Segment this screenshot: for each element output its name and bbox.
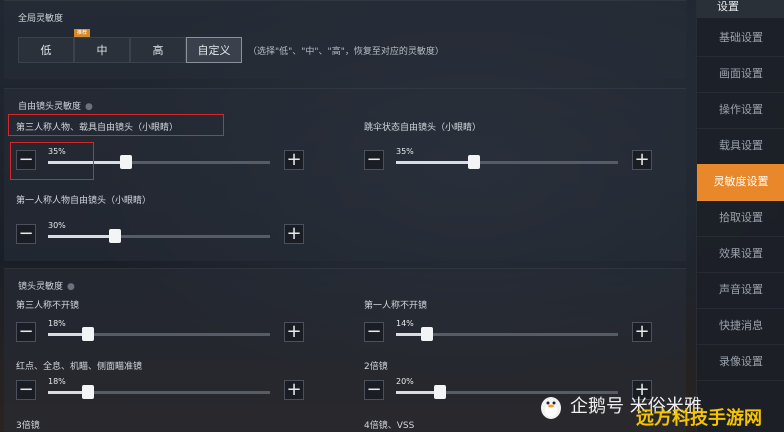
slider-knob[interactable] [120,155,132,169]
section-title-global: 全局灵敏度 [18,14,64,24]
sidebar-item-sensitivity[interactable]: 灵敏度设置 [697,164,784,201]
plus-button-red-dot[interactable]: + [284,380,304,400]
slider-tpp-no-scope[interactable] [48,327,270,341]
slider-knob[interactable] [109,229,121,243]
slider-fill [48,235,115,238]
sidebar-item-pickup[interactable]: 拾取设置 [697,200,784,237]
slider-knob[interactable] [468,155,480,169]
recommended-tag: 推荐 [74,29,90,37]
slider-label-fpp-no-scope: 第一人称不开镜 [364,301,428,311]
slider-knob[interactable] [82,385,94,399]
penguin-logo-icon [541,397,561,419]
slider-label-parachute-free-camera: 跳伞状态自由镜头（小眼睛） [364,123,482,133]
minus-button-fpp-free-camera[interactable]: − [16,224,36,244]
global-sensitivity-section: 全局灵敏度 推荐 低 中 高 自定义 （选择"低"、"中"、"高"，恢复至对应的… [4,0,686,79]
slider-knob[interactable] [434,385,446,399]
slider-label-2x-scope: 2倍镜 [364,362,388,372]
settings-panel: 全局灵敏度 推荐 低 中 高 自定义 （选择"低"、"中"、"高"，恢复至对应的… [0,0,690,432]
highlight-box-label [8,114,224,136]
sidebar-item-audio[interactable]: 声音设置 [697,272,784,309]
plus-button-parachute-free-camera[interactable]: + [632,150,652,170]
preset-low-button[interactable]: 低 [18,37,74,63]
sidebar-item-effects[interactable]: 效果设置 [697,236,784,273]
slider-label-4x-scope: 4倍镜、VSS [364,421,415,431]
plus-button-fpp-free-camera[interactable]: + [284,224,304,244]
slider-value-tpp-no-scope: 18% [48,319,66,328]
slider-value-2x-scope: 20% [396,377,414,386]
slider-fill [396,161,474,164]
minus-button-2x-scope[interactable]: − [364,380,384,400]
settings-sidebar: 设置 基础设置 画面设置 操作设置 载具设置 灵敏度设置 拾取设置 效果设置 声… [696,0,784,431]
slider-value-parachute-free-camera: 35% [396,147,414,156]
section-title-free-camera: 自由镜头灵敏度 ● [18,102,93,112]
slider-label-fpp-free-camera: 第一人称人物自由镜头（小眼睛） [16,196,152,206]
slider-fpp-free-camera[interactable] [48,229,270,243]
slider-fpp-no-scope[interactable] [396,327,618,341]
minus-button-red-dot[interactable]: − [16,380,36,400]
preset-hint: （选择"低"、"中"、"高"，恢复至对应的灵敏度） [248,47,444,57]
plus-button-tpp-no-scope[interactable]: + [284,322,304,342]
slider-label-red-dot: 红点、全息、机瞄、侧面瞄准镜 [16,362,143,372]
preset-custom-button[interactable]: 自定义 [186,37,242,63]
sidebar-item-basic[interactable]: 基础设置 [697,20,784,57]
preset-medium-button[interactable]: 中 [74,37,130,63]
preset-selector: 低 中 高 自定义 [18,37,242,63]
watermark: 企鹅号 米俗米雅 远方科技手游网 [538,388,784,431]
sidebar-title: 设置 [697,0,784,18]
sidebar-item-controls[interactable]: 操作设置 [697,92,784,129]
section-title-lens: 镜头灵敏度 ● [18,282,75,292]
slider-knob[interactable] [421,327,433,341]
minus-button-fpp-no-scope[interactable]: − [364,322,384,342]
highlight-box-slider [10,142,94,180]
plus-button-fpp-no-scope[interactable]: + [632,322,652,342]
slider-knob[interactable] [82,327,94,341]
slider-value-fpp-free-camera: 30% [48,221,66,230]
plus-button-tpp-free-camera[interactable]: + [284,150,304,170]
sidebar-item-vehicle[interactable]: 载具设置 [697,128,784,165]
slider-value-fpp-no-scope: 14% [396,319,414,328]
sidebar-item-replay[interactable]: 录像设置 [697,344,784,381]
watermark-text-2: 远方科技手游网 [636,408,762,429]
minus-button-parachute-free-camera[interactable]: − [364,150,384,170]
minus-button-tpp-no-scope[interactable]: − [16,322,36,342]
slider-label-tpp-no-scope: 第三人称不开镜 [16,301,80,311]
slider-value-red-dot: 18% [48,377,66,386]
sidebar-item-graphics[interactable]: 画面设置 [697,56,784,93]
slider-label-3x-scope: 3倍镜 [16,421,40,431]
preset-high-button[interactable]: 高 [130,37,186,63]
slider-parachute-free-camera[interactable] [396,155,618,169]
sidebar-item-quick-chat[interactable]: 快捷消息 [697,308,784,345]
slider-red-dot[interactable] [48,385,270,399]
